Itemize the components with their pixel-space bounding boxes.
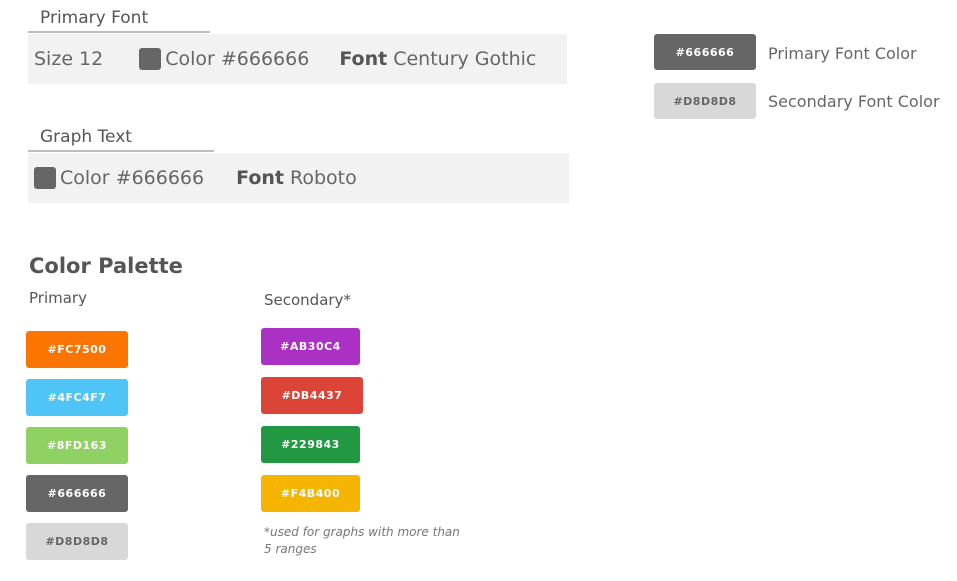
primary-chip-green: #8FD163: [26, 427, 128, 464]
primary-font-color-chip: #666666: [654, 34, 756, 70]
graph-text-font-key: Font: [236, 167, 284, 189]
primary-chip-orange-label: #FC7500: [47, 343, 107, 356]
primary-font-font-name: Century Gothic: [393, 48, 537, 70]
secondary-chip-red-label: #DB4437: [281, 389, 343, 402]
primary-chip-green-label: #8FD163: [47, 439, 107, 452]
graph-text-heading-text: Graph Text: [40, 127, 132, 147]
secondary-chip-purple: #AB30C4: [261, 328, 360, 365]
primary-chip-light-gray: #D8D8D8: [26, 523, 128, 560]
secondary-chip-yellow: #F4B400: [261, 475, 360, 512]
primary-font-font-key: Font: [339, 48, 388, 70]
secondary-chip-yellow-label: #F4B400: [280, 487, 341, 500]
primary-font-color-swatch: [139, 48, 162, 70]
color-palette-title: Color Palette: [29, 254, 183, 278]
graph-text-font-name: Roboto: [289, 167, 357, 189]
secondary-font-color-chip-label: #D8D8D8: [673, 94, 737, 108]
graph-text-color-swatch: [34, 167, 56, 189]
graph-text-color: Color #666666: [60, 167, 205, 189]
primary-font-color-chip-label: #666666: [675, 45, 735, 59]
secondary-chip-red: #DB4437: [261, 377, 363, 414]
graph-text-spec-bar: Color #666666 Font Roboto: [28, 153, 569, 203]
secondary-chip-green: #229843: [261, 426, 360, 463]
primary-font-color-label: Primary Font Color: [768, 44, 917, 63]
secondary-font-color-chip: #D8D8D8: [654, 83, 756, 119]
primary-font-size: Size 12: [34, 48, 104, 70]
primary-chip-gray-label: #666666: [47, 487, 107, 500]
secondary-palette-note: *used for graphs with more than 5 ranges: [264, 525, 460, 556]
secondary-chip-purple-label: #AB30C4: [280, 340, 341, 353]
primary-chip-light-blue: #4FC4F7: [26, 379, 128, 416]
secondary-chip-green-label: #229843: [281, 438, 340, 451]
primary-chip-orange: #FC7500: [26, 331, 128, 368]
primary-font-heading: Primary Font: [28, 8, 210, 33]
primary-palette-label: Primary: [29, 289, 87, 307]
primary-font-heading-text: Primary Font: [40, 8, 149, 28]
primary-chip-light-gray-label: #D8D8D8: [45, 535, 109, 548]
secondary-font-color-label: Secondary Font Color: [768, 92, 940, 111]
primary-chip-gray: #666666: [26, 475, 128, 512]
graph-text-heading: Graph Text: [28, 127, 214, 152]
primary-font-spec-bar: Size 12 Color #666666 Font Century Gothi…: [28, 34, 567, 84]
primary-font-color: Color #666666: [165, 48, 310, 70]
secondary-palette-label: Secondary*: [264, 291, 351, 309]
primary-chip-light-blue-label: #4FC4F7: [47, 391, 107, 404]
